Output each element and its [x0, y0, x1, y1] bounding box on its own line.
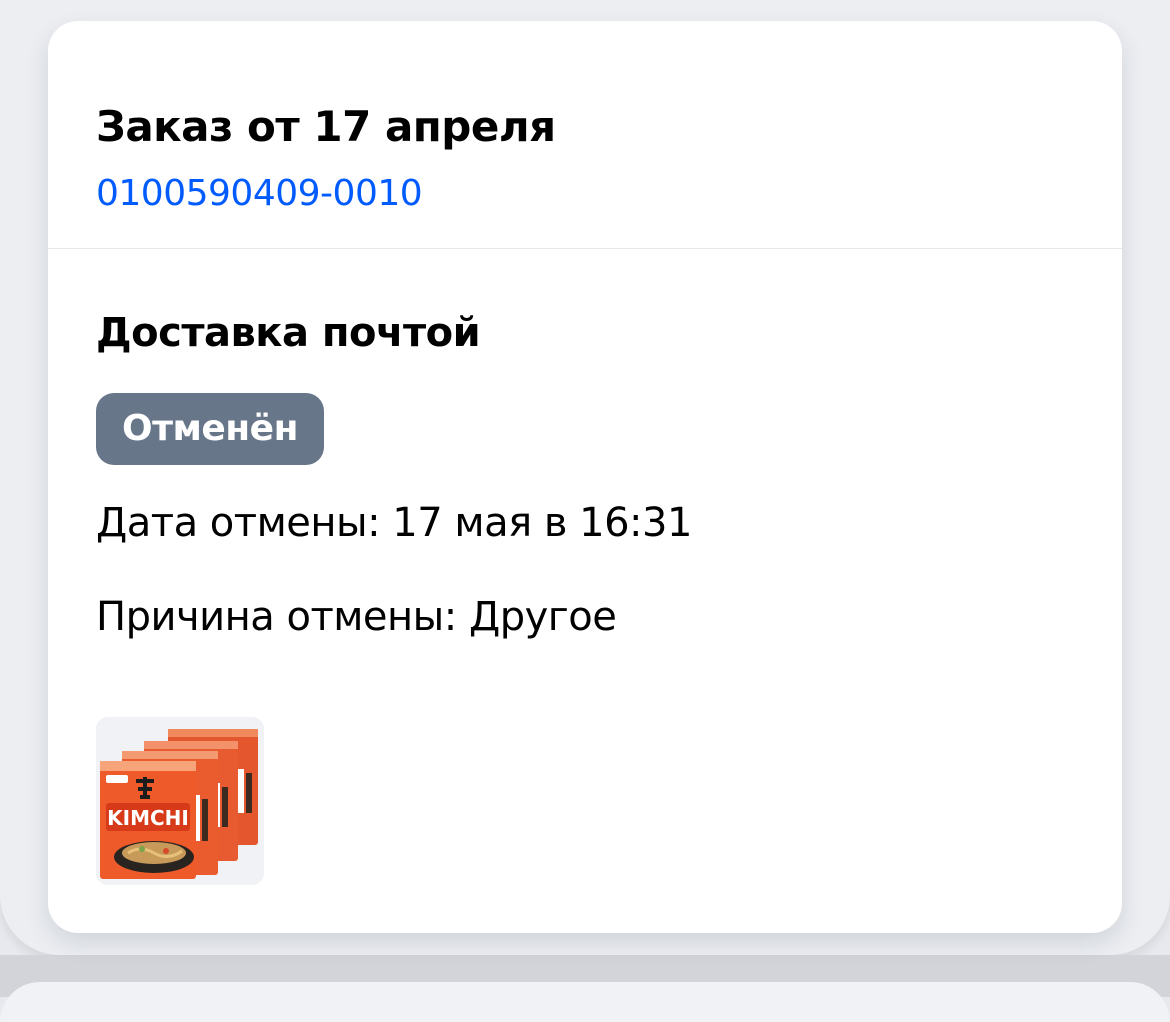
status-badge: Отменён	[96, 393, 324, 465]
noodle-pack-front: KIMCHI	[100, 761, 196, 879]
delivery-method-title: Доставка почтой	[96, 310, 481, 356]
order-card[interactable]: Заказ от 17 апреля 0100590409-0010 Доста…	[48, 21, 1122, 933]
section-divider	[48, 248, 1122, 249]
cancel-date-text: Дата отмены: 17 мая в 16:31	[96, 500, 692, 546]
cancel-reason-text: Причина отмены: Другое	[96, 594, 617, 640]
package-brand-text: KIMCHI	[107, 806, 189, 830]
order-number-link[interactable]: 0100590409-0010	[96, 171, 423, 217]
product-thumbnail[interactable]: KIMCHI	[96, 717, 264, 885]
order-title: Заказ от 17 апреля	[96, 102, 556, 151]
kimchi-noodles-image: KIMCHI	[96, 717, 264, 885]
next-order-sheet[interactable]	[0, 982, 1170, 1022]
